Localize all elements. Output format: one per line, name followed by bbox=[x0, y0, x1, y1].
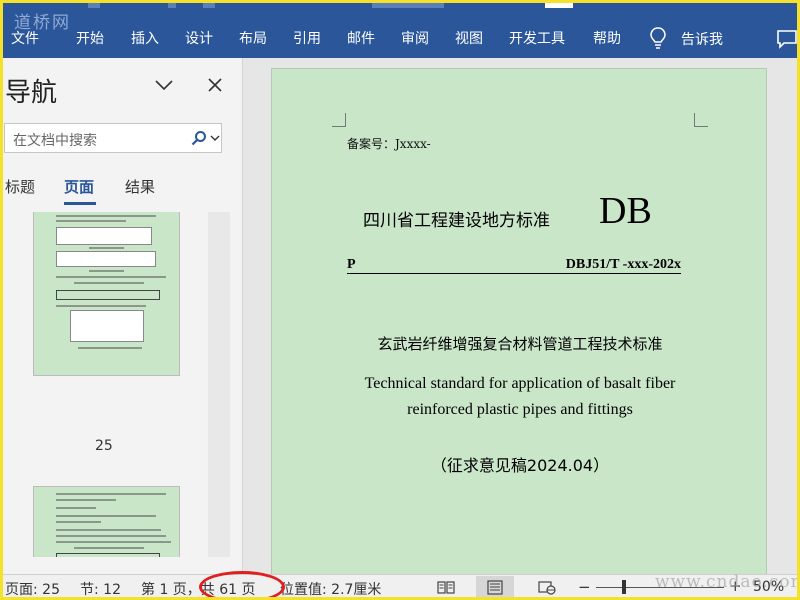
comment-icon[interactable] bbox=[776, 29, 798, 49]
thumbnail-page-number: 25 bbox=[95, 438, 113, 454]
tab-results[interactable]: 结果 bbox=[125, 176, 155, 197]
page-thumbnail[interactable] bbox=[33, 212, 180, 376]
chinese-title: 玄武岩纤维增强复合材料管道工程技术标准 bbox=[377, 335, 663, 353]
page-thumbnails: 25 bbox=[0, 212, 243, 557]
status-section[interactable]: 节: 12 bbox=[80, 579, 121, 599]
tab-review[interactable]: 审阅 bbox=[401, 28, 429, 48]
qat-button-stub[interactable] bbox=[88, 0, 100, 8]
tab-home[interactable]: 开始 bbox=[76, 28, 104, 48]
lightbulb-icon[interactable] bbox=[648, 26, 668, 50]
chevron-down-icon[interactable] bbox=[154, 78, 174, 92]
qat-button-stub[interactable] bbox=[203, 0, 215, 8]
thumbnail-scrollbar[interactable] bbox=[208, 212, 230, 557]
document-page[interactable]: 备案号：Jxxxx- 四川省工程建设地方标准 DB P DBJ51/T -xxx… bbox=[271, 68, 767, 574]
tab-layout[interactable]: 布局 bbox=[239, 28, 267, 48]
tab-mailings[interactable]: 邮件 bbox=[347, 28, 375, 48]
tab-view[interactable]: 视图 bbox=[455, 28, 483, 48]
english-title: Technical standard for application of ba… bbox=[272, 371, 768, 423]
page-thumbnail[interactable] bbox=[33, 486, 180, 557]
watermark-logo: 道桥网 bbox=[14, 13, 71, 33]
nav-title: 导航 bbox=[5, 78, 58, 108]
status-page[interactable]: 页面: 25 bbox=[5, 579, 60, 599]
draft-label: （征求意见稿2024.04） bbox=[430, 456, 610, 475]
status-position[interactable]: 位置值: 2.7厘米 bbox=[280, 579, 381, 599]
tab-headings[interactable]: 标题 bbox=[5, 176, 35, 197]
zoom-slider-handle[interactable] bbox=[622, 580, 626, 594]
search-icon[interactable] bbox=[191, 130, 207, 146]
print-layout-icon[interactable] bbox=[486, 580, 504, 595]
active-tab-indicator bbox=[64, 202, 96, 205]
ribbon: 文件 开始 插入 设计 布局 引用 邮件 审阅 视图 开发工具 帮助 告诉我 bbox=[0, 0, 800, 58]
english-title-line: reinforced plastic pipes and fittings bbox=[407, 401, 633, 418]
english-title-line: Technical standard for application of ba… bbox=[364, 375, 676, 392]
read-mode-icon[interactable] bbox=[437, 580, 455, 595]
tab-references[interactable]: 引用 bbox=[293, 28, 321, 48]
crop-mark bbox=[694, 113, 708, 127]
web-layout-icon[interactable] bbox=[538, 580, 556, 595]
tab-design[interactable]: 设计 bbox=[185, 28, 213, 48]
watermark-url: www.cndao.com bbox=[655, 572, 800, 592]
window-title-stub bbox=[372, 0, 444, 8]
db-mark: DB bbox=[599, 190, 652, 232]
tab-help[interactable]: 帮助 bbox=[593, 28, 621, 48]
zoom-out-button[interactable]: − bbox=[578, 578, 591, 596]
account-stub[interactable] bbox=[545, 0, 573, 8]
annotation-highlight-oval bbox=[199, 571, 285, 600]
p-label: P bbox=[347, 257, 356, 272]
search-input[interactable]: 在文档中搜索 bbox=[4, 123, 222, 153]
chevron-down-icon[interactable] bbox=[210, 133, 220, 143]
tell-me-box[interactable]: 告诉我 bbox=[681, 29, 723, 49]
tab-developer[interactable]: 开发工具 bbox=[509, 28, 565, 48]
search-placeholder: 在文档中搜索 bbox=[13, 133, 97, 149]
standard-title: 四川省工程建设地方标准 bbox=[363, 211, 550, 231]
standard-code-line: P DBJ51/T -xxx-202x bbox=[347, 257, 681, 274]
filing-number: 备案号：Jxxxx- bbox=[347, 137, 431, 151]
navigation-pane: 导航 在文档中搜索 标题 页面 结果 25 bbox=[0, 58, 243, 574]
document-area[interactable]: 备案号：Jxxxx- 四川省工程建设地方标准 DB P DBJ51/T -xxx… bbox=[244, 58, 800, 574]
tab-insert[interactable]: 插入 bbox=[131, 28, 159, 48]
crop-mark bbox=[332, 113, 346, 127]
close-icon[interactable] bbox=[206, 76, 224, 94]
standard-code: DBJ51/T -xxx-202x bbox=[565, 257, 681, 272]
qat-button-stub[interactable] bbox=[168, 0, 176, 8]
tab-pages[interactable]: 页面 bbox=[64, 176, 94, 197]
